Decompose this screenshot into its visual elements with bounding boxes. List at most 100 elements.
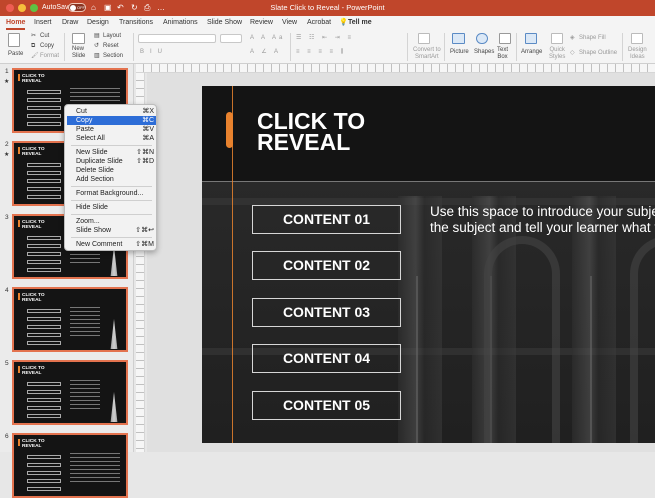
menu-item-duplicate-slide[interactable]: Duplicate Slide ⇧⌘D [67,157,156,166]
list-format-buttons[interactable]: ☰ ☷ ⇤ ⇥ ≡ [296,34,354,42]
thumbnail-text-line [70,327,100,329]
ribbon-separator [407,33,408,61]
shapes-button[interactable]: Shapes [474,48,494,56]
text-box-icon[interactable] [499,33,511,44]
shape-outline-button[interactable]: Shape Outline [579,49,617,57]
tell-me-search[interactable]: Tell me [348,18,372,28]
shapes-icon[interactable] [476,33,488,44]
font-name-dropdown[interactable] [138,34,216,43]
tab-review[interactable]: Review [250,18,273,28]
thumbnail-content-button [27,163,61,167]
menu-item-new-comment[interactable]: New Comment ⇧⌘M [67,240,156,249]
thumbnail-text-line [70,469,120,471]
building-arch [484,236,560,443]
alignment-buttons[interactable]: ≡ ≡ ≡ ≡ ⫼ [296,48,346,56]
tab-draw[interactable]: Draw [62,18,78,28]
convert-smartart-button[interactable]: Convert to SmartArt [413,47,441,61]
thumbnail-title-line: REVEAL [22,444,42,449]
new-slide-icon[interactable] [72,33,85,44]
quick-styles-button[interactable]: Quick Styles [549,47,565,61]
thumbnail-content-button [27,122,61,126]
tab-animations[interactable]: Animations [163,18,198,28]
tab-design[interactable]: Design [87,18,109,28]
tab-acrobat[interactable]: Acrobat [307,18,331,28]
thumbnail-content-button [27,487,61,491]
content-button-05[interactable]: CONTENT 05 [252,391,401,420]
menu-item-cut[interactable]: Cut ⌘X [67,107,156,116]
thumbnail-number: 1 [5,68,9,75]
slide-thumbnail[interactable]: CLICK TO REVEAL [12,360,128,425]
menu-item-select-all[interactable]: Select All ⌘A [67,134,156,143]
content-button-01[interactable]: CONTENT 01 [252,205,401,234]
menu-item-label: New Comment [76,241,123,248]
menu-item-new-slide[interactable]: New Slide ⇧⌘N [67,148,156,157]
layout-button[interactable]: Layout [103,32,121,40]
menu-item-paste[interactable]: Paste ⌘V [67,125,156,134]
tab-transitions[interactable]: Transitions [119,18,153,28]
content-button-04[interactable]: CONTENT 04 [252,344,401,373]
tab-slide-show[interactable]: Slide Show [207,18,242,28]
current-slide[interactable]: CLICK TO REVEAL CONTENT 01 CONTENT 02 CO… [202,86,655,443]
arrange-button[interactable]: Arrange [521,48,542,56]
new-slide-button[interactable]: New Slide [72,46,85,60]
thumbnail-text-line [70,400,100,402]
picture-icon[interactable] [452,33,465,44]
copy-button[interactable]: Copy [40,42,54,50]
content-button-02[interactable]: CONTENT 02 [252,251,401,280]
thumbnail-text-line [70,88,120,90]
document-title: Slate Click to Reveal - PowerPoint [270,3,385,12]
menu-item-label: Add Section [76,176,114,183]
slide-title[interactable]: CLICK TO REVEAL [257,110,417,154]
menu-separator [71,186,152,187]
thumbnail-text-line [70,384,100,386]
format-painter-button[interactable]: Format [40,52,59,60]
thumbnail-text-line [70,388,100,390]
shape-fill-button[interactable]: Shape Fill [579,34,606,42]
arrange-icon[interactable] [525,33,537,44]
paste-icon[interactable] [8,33,20,47]
font-size-dropdown[interactable] [220,34,242,43]
smartart-icon[interactable] [418,33,430,44]
thumbnail-content-button [27,333,61,337]
slide-thumbnail[interactable]: CLICK TO REVEAL [12,287,128,352]
ribbon-tabs: Home Insert Draw Design Transitions Anim… [0,16,655,30]
thumbnail-content-button [27,244,61,248]
content-button-03[interactable]: CONTENT 03 [252,298,401,327]
column-flute [416,276,418,443]
text-box-button[interactable]: Text Box [497,47,508,61]
thumbnail-text-line [70,473,120,475]
picture-button[interactable]: Picture [450,48,469,56]
slide-body-text[interactable]: Use this space to introduce your subject… [430,204,655,236]
thumbnail-accent-bar [18,74,20,81]
menu-item-label: Hide Slide [76,204,108,211]
tab-insert[interactable]: Insert [34,18,52,28]
cut-button[interactable]: Cut [40,32,49,40]
menu-item-add-section[interactable]: Add Section [67,175,156,184]
paste-button[interactable]: Paste [8,50,23,58]
quick-styles-icon[interactable] [551,33,563,44]
thumbnail-text-line [70,335,100,337]
font-color-controls[interactable]: A ∠ A [250,48,281,56]
thumbnail-content-button [27,414,61,418]
design-ideas-button[interactable]: Design Ideas [628,47,647,61]
thumbnail-title: CLICK TO REVEAL [22,74,45,84]
slide-thumbnail[interactable]: CLICK TO REVEAL [12,433,128,498]
font-style-buttons[interactable]: BIU [140,48,168,56]
thumbnail-text-line [70,481,120,483]
menu-item-slide-show[interactable]: Slide Show ⇧⌘↩ [67,226,156,235]
menu-item-hide-slide[interactable]: Hide Slide [67,203,156,212]
menu-item-copy[interactable]: Copy ⌘C [67,116,156,125]
design-ideas-icon[interactable] [631,33,643,44]
section-button[interactable]: Section [103,52,123,60]
menu-item-zoom[interactable]: Zoom... [67,217,156,226]
menu-item-label: Zoom... [76,218,100,225]
tab-view[interactable]: View [282,18,297,28]
font-size-controls[interactable]: A A Aa [250,34,285,42]
reset-button[interactable]: Reset [103,42,119,50]
tab-home[interactable]: Home [6,18,26,30]
menu-item-format-background[interactable]: Format Background... [67,189,156,198]
menu-separator [71,145,152,146]
slide-accent-bar [226,112,233,148]
menu-item-delete-slide[interactable]: Delete Slide [67,166,156,175]
thumbnail-text-line [70,477,120,479]
